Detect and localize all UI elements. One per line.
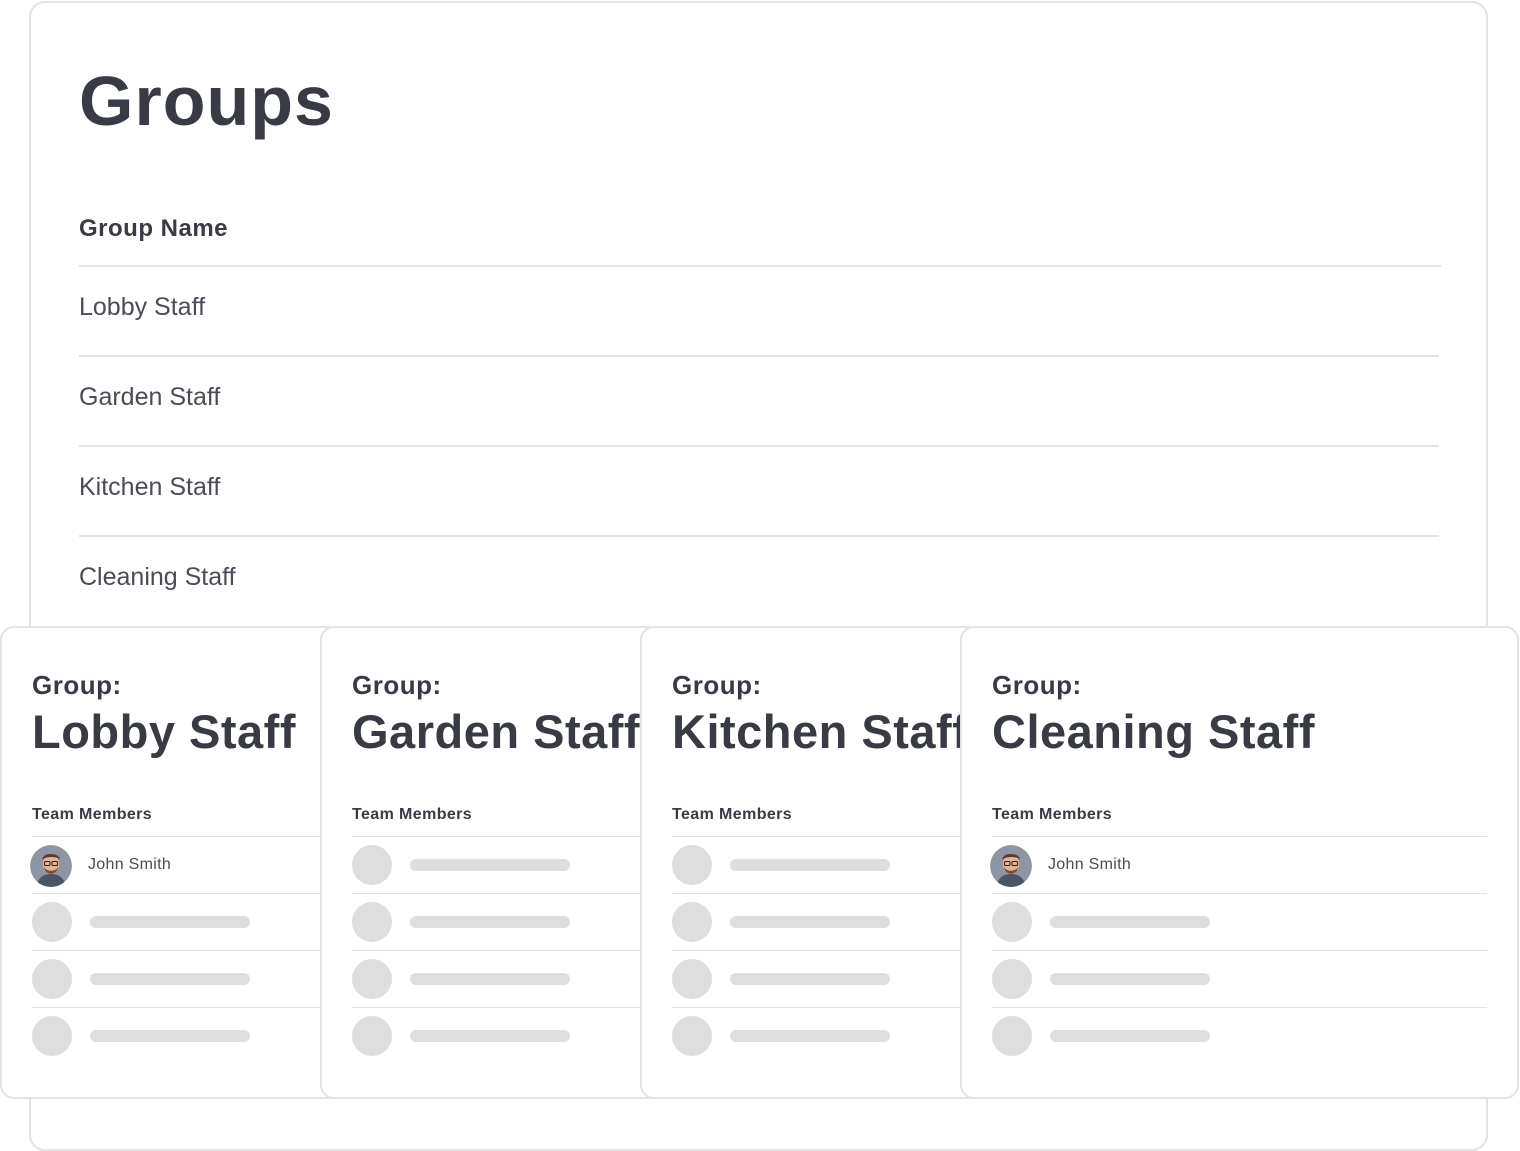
text-placeholder bbox=[730, 916, 890, 928]
member-name: John Smith bbox=[88, 856, 172, 873]
member-row-placeholder bbox=[672, 950, 968, 1007]
avatar-placeholder bbox=[992, 902, 1032, 942]
member-row[interactable]: John Smith bbox=[30, 836, 328, 893]
card-title: Garden Staff bbox=[352, 705, 641, 758]
group-name: Kitchen Staff bbox=[79, 473, 221, 501]
member-row-placeholder bbox=[672, 893, 968, 950]
member-row-placeholder bbox=[32, 950, 328, 1007]
avatar-placeholder bbox=[672, 1016, 712, 1056]
member-row-placeholder bbox=[992, 1007, 1487, 1064]
avatar-placeholder bbox=[672, 845, 712, 885]
text-placeholder bbox=[90, 1030, 250, 1042]
member-row-placeholder bbox=[352, 950, 648, 1007]
card-title: Lobby Staff bbox=[32, 705, 296, 758]
text-placeholder bbox=[410, 1030, 570, 1042]
member-row-placeholder bbox=[32, 1007, 328, 1064]
text-placeholder bbox=[1050, 973, 1210, 985]
avatar-placeholder bbox=[32, 902, 72, 942]
avatar-placeholder bbox=[352, 902, 392, 942]
member-row-placeholder bbox=[352, 836, 648, 893]
card-label: Group: bbox=[672, 670, 762, 700]
group-name: Garden Staff bbox=[79, 383, 221, 411]
member-row-placeholder bbox=[672, 836, 968, 893]
team-members-label: Team Members bbox=[352, 806, 473, 823]
team-members-label: Team Members bbox=[992, 806, 1113, 823]
text-placeholder bbox=[410, 973, 570, 985]
group-card-kitchen-staff[interactable]: Group: Kitchen Staff Team Members bbox=[640, 626, 1000, 1099]
group-row-kitchen-staff[interactable]: Kitchen Staff bbox=[79, 447, 1439, 537]
member-list bbox=[672, 836, 968, 1064]
team-members-label: Team Members bbox=[672, 806, 793, 823]
group-name: Cleaning Staff bbox=[79, 563, 236, 591]
user-avatar-photo bbox=[990, 845, 1032, 887]
group-card-cleaning-staff[interactable]: Group: Cleaning Staff Team Members John … bbox=[960, 626, 1519, 1099]
page-title: Groups bbox=[79, 62, 334, 140]
group-row-cleaning-staff[interactable]: Cleaning Staff bbox=[79, 537, 1439, 627]
card-label: Group: bbox=[352, 670, 442, 700]
text-placeholder bbox=[730, 859, 890, 871]
text-placeholder bbox=[90, 916, 250, 928]
team-members-label: Team Members bbox=[32, 806, 153, 823]
avatar-placeholder bbox=[672, 902, 712, 942]
avatar-placeholder bbox=[992, 1016, 1032, 1056]
member-row-placeholder bbox=[352, 1007, 648, 1064]
avatar-placeholder bbox=[992, 959, 1032, 999]
member-list bbox=[352, 836, 648, 1064]
card-label: Group: bbox=[32, 670, 122, 700]
avatar-placeholder bbox=[672, 959, 712, 999]
avatar-placeholder bbox=[32, 1016, 72, 1056]
text-placeholder bbox=[730, 1030, 890, 1042]
group-card-garden-staff[interactable]: Group: Garden Staff Team Members bbox=[320, 626, 680, 1099]
text-placeholder bbox=[1050, 1030, 1210, 1042]
text-placeholder bbox=[730, 973, 890, 985]
column-header-group-name[interactable]: Group Name bbox=[79, 215, 228, 243]
text-placeholder bbox=[90, 973, 250, 985]
group-row-lobby-staff[interactable]: Lobby Staff bbox=[79, 267, 1439, 357]
member-row-placeholder bbox=[352, 893, 648, 950]
group-row-garden-staff[interactable]: Garden Staff bbox=[79, 357, 1439, 447]
member-row-placeholder bbox=[672, 1007, 968, 1064]
member-row-placeholder bbox=[992, 893, 1487, 950]
card-label: Group: bbox=[992, 670, 1082, 700]
text-placeholder bbox=[1050, 916, 1210, 928]
avatar-placeholder bbox=[32, 959, 72, 999]
card-title: Kitchen Staff bbox=[672, 705, 969, 758]
avatar-placeholder bbox=[352, 959, 392, 999]
text-placeholder bbox=[410, 859, 570, 871]
user-avatar-photo bbox=[30, 845, 72, 887]
member-row-placeholder bbox=[32, 893, 328, 950]
member-list: John Smith bbox=[30, 836, 328, 1064]
card-title: Cleaning Staff bbox=[992, 705, 1315, 758]
group-name: Lobby Staff bbox=[79, 293, 206, 321]
avatar-placeholder bbox=[352, 1016, 392, 1056]
text-placeholder bbox=[410, 916, 570, 928]
avatar-placeholder bbox=[352, 845, 392, 885]
member-name: John Smith bbox=[1048, 856, 1132, 873]
member-row-placeholder bbox=[992, 950, 1487, 1007]
member-list: John Smith bbox=[990, 836, 1487, 1064]
group-card-lobby-staff[interactable]: Group: Lobby Staff Team Members John Smi… bbox=[0, 626, 360, 1099]
member-row[interactable]: John Smith bbox=[990, 836, 1487, 893]
